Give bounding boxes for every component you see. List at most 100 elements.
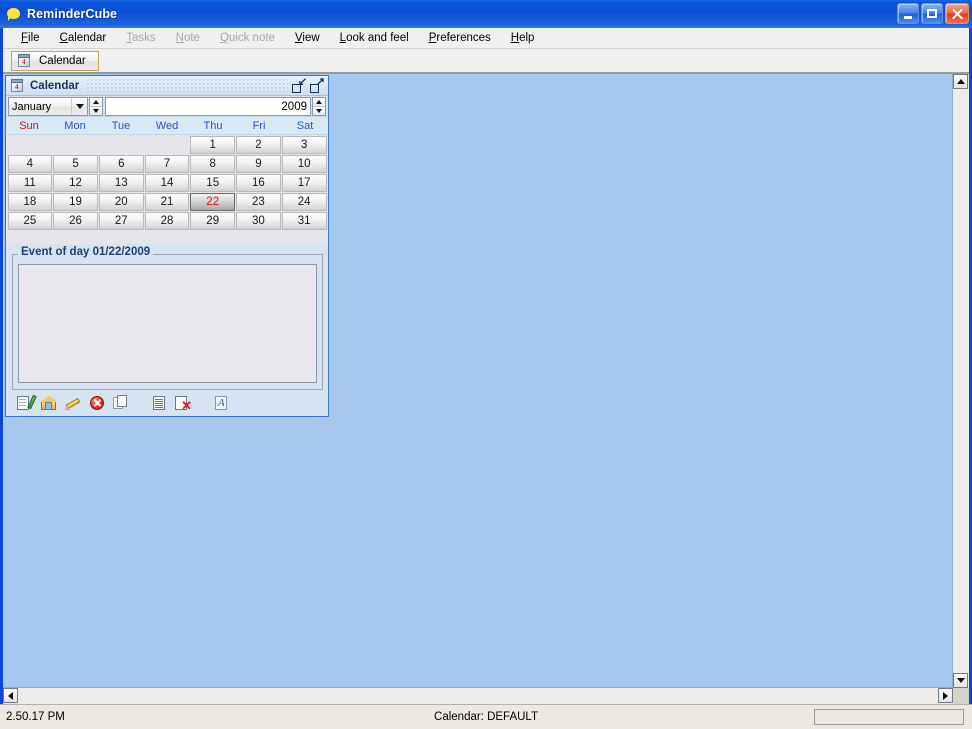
menu-mnemonic: Q bbox=[219, 32, 229, 44]
new-event-icon[interactable] bbox=[16, 394, 37, 412]
menu-note: Note bbox=[166, 30, 210, 46]
menu-view[interactable]: View bbox=[285, 30, 330, 46]
menu-mnemonic: N bbox=[175, 32, 184, 44]
iconify-icon[interactable]: ↘ bbox=[292, 76, 307, 93]
menu-mnemonic: F bbox=[21, 32, 29, 44]
month-spinner[interactable] bbox=[89, 97, 103, 116]
vertical-scroll-track[interactable] bbox=[953, 89, 969, 673]
day-cell-7[interactable]: 7 bbox=[144, 154, 190, 173]
desktop-pane: 4 Calendar ↘ ↗ January 2009 Sun Mon Tue … bbox=[3, 73, 969, 704]
calendar-document-icon: 4 bbox=[17, 53, 32, 68]
day-cell-20[interactable]: 20 bbox=[98, 192, 144, 211]
month-select-value: January bbox=[12, 100, 52, 113]
toolbar-calendar-button[interactable]: 4 Calendar bbox=[11, 50, 99, 71]
year-spinner-up[interactable] bbox=[313, 98, 325, 106]
day-cell-30[interactable]: 30 bbox=[236, 211, 281, 230]
year-spinner-down[interactable] bbox=[313, 106, 325, 115]
day-cell-12[interactable]: 12 bbox=[53, 173, 98, 192]
font-icon[interactable]: A bbox=[212, 394, 230, 412]
menu-mnemonic: H bbox=[510, 32, 520, 44]
day-cell-17[interactable]: 17 bbox=[281, 173, 327, 192]
menu-quick-note: Quick note bbox=[210, 30, 285, 46]
scrollbar-corner bbox=[953, 688, 969, 704]
statusbar: 2.50.17 PM Calendar: DEFAULT bbox=[0, 704, 972, 729]
day-cell-1[interactable]: 1 bbox=[190, 135, 236, 154]
day-cell-14[interactable]: 14 bbox=[144, 173, 190, 192]
menubar: File Calendar Tasks Note Quick note View… bbox=[3, 28, 969, 49]
day-cell-9[interactable]: 9 bbox=[236, 154, 281, 173]
window-controls bbox=[897, 3, 969, 24]
day-cell-21[interactable]: 21 bbox=[144, 192, 190, 211]
day-header-thu: Thu bbox=[203, 119, 223, 132]
vertical-scrollbar[interactable] bbox=[952, 74, 969, 688]
day-cell-empty bbox=[8, 136, 53, 154]
day-cell-26[interactable]: 26 bbox=[53, 211, 98, 230]
day-cell-2[interactable]: 2 bbox=[236, 135, 281, 154]
menu-look-and-feel[interactable]: Look and feel bbox=[330, 30, 419, 46]
maximize-icon[interactable]: ↗ bbox=[310, 77, 325, 93]
year-spinner[interactable] bbox=[312, 97, 326, 116]
chevron-down-icon[interactable] bbox=[71, 98, 87, 115]
event-panel-legend: Event of day 01/22/2009 bbox=[18, 246, 154, 258]
menu-calendar[interactable]: Calendar bbox=[50, 30, 117, 46]
day-cell-6[interactable]: 6 bbox=[98, 154, 144, 173]
day-cell-31[interactable]: 31 bbox=[281, 211, 327, 230]
close-button[interactable] bbox=[945, 3, 969, 24]
maximize-icon bbox=[927, 9, 937, 18]
application-window: ReminderCube File Calendar Tasks Note Qu… bbox=[0, 0, 972, 729]
maximize-button[interactable] bbox=[921, 3, 943, 24]
status-progress-bar bbox=[814, 709, 964, 725]
month-select[interactable]: January bbox=[8, 97, 88, 116]
day-cell-empty bbox=[99, 136, 144, 154]
scroll-down-button[interactable] bbox=[953, 673, 968, 688]
menu-help[interactable]: Help bbox=[501, 30, 545, 46]
day-cell-8[interactable]: 8 bbox=[190, 154, 236, 173]
copy-event-icon[interactable] bbox=[112, 394, 130, 412]
day-cell-19[interactable]: 19 bbox=[53, 192, 98, 211]
day-cell-27[interactable]: 27 bbox=[98, 211, 144, 230]
minimize-icon bbox=[904, 15, 912, 19]
menu-file[interactable]: File bbox=[11, 30, 50, 46]
event-textarea[interactable] bbox=[18, 264, 317, 383]
year-input[interactable]: 2009 bbox=[105, 97, 311, 116]
window-title: ReminderCube bbox=[27, 7, 118, 21]
month-spinner-up[interactable] bbox=[90, 98, 102, 106]
day-cell-5[interactable]: 5 bbox=[53, 154, 98, 173]
day-cell-3[interactable]: 3 bbox=[281, 135, 327, 154]
day-cell-4[interactable]: 4 bbox=[7, 154, 53, 173]
day-cell-29[interactable]: 29 bbox=[190, 211, 236, 230]
open-event-icon[interactable] bbox=[40, 394, 58, 412]
day-cell-24[interactable]: 24 bbox=[281, 192, 327, 211]
minimize-button[interactable] bbox=[897, 3, 919, 24]
calendar-frame-title: Calendar bbox=[30, 79, 80, 92]
day-header-sat: Sat bbox=[296, 119, 314, 132]
day-cell-25[interactable]: 25 bbox=[7, 211, 53, 230]
day-cell-18[interactable]: 18 bbox=[7, 192, 53, 211]
menu-preferences[interactable]: Preferences bbox=[419, 30, 501, 46]
scroll-right-button[interactable] bbox=[938, 688, 953, 703]
day-cell-22[interactable]: 22 bbox=[190, 192, 236, 211]
scroll-up-button[interactable] bbox=[953, 74, 968, 89]
horizontal-scrollbar[interactable] bbox=[3, 687, 953, 704]
close-icon bbox=[951, 8, 963, 20]
day-header-mon: Mon bbox=[64, 119, 86, 132]
edit-event-icon[interactable] bbox=[62, 394, 82, 413]
day-cell-13[interactable]: 13 bbox=[98, 173, 144, 192]
calendar-frame-titlebar[interactable]: 4 Calendar ↘ ↗ bbox=[6, 76, 328, 96]
menu-label-rest: references bbox=[436, 32, 491, 44]
day-cell-16[interactable]: 16 bbox=[236, 173, 281, 192]
chevron-up-icon bbox=[956, 79, 965, 84]
paste-event-icon[interactable] bbox=[150, 394, 168, 412]
day-cell-15[interactable]: 15 bbox=[190, 173, 236, 192]
month-spinner-down[interactable] bbox=[90, 106, 102, 115]
day-cell-28[interactable]: 28 bbox=[144, 211, 190, 230]
scroll-left-button[interactable] bbox=[3, 688, 18, 703]
day-cell-23[interactable]: 23 bbox=[236, 192, 281, 211]
day-header-wed: Wed bbox=[155, 119, 179, 132]
menu-label-rest: ook and feel bbox=[346, 32, 409, 44]
day-cell-11[interactable]: 11 bbox=[7, 173, 53, 192]
delete-event-icon[interactable] bbox=[88, 394, 106, 412]
horizontal-scroll-track[interactable] bbox=[18, 688, 938, 704]
delete-document-icon[interactable]: ✕ bbox=[174, 394, 192, 412]
day-cell-10[interactable]: 10 bbox=[281, 154, 327, 173]
